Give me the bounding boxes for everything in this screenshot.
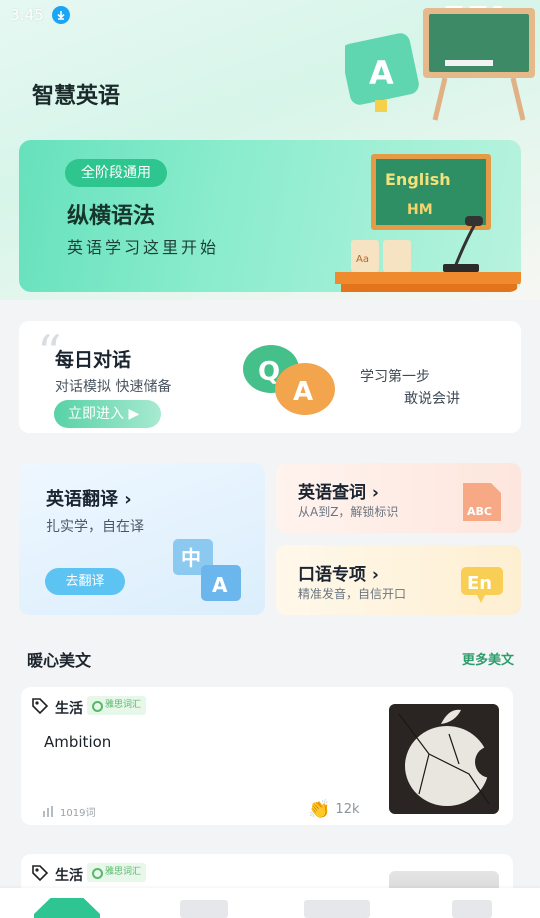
translate-title: 英语翻译 ›: [46, 489, 132, 510]
board-english-text: English: [385, 170, 451, 189]
daily-dialog-card[interactable]: “ 每日对话 对话模拟 快速储备 立即进入 ▶ Q A 学习第一步 敢说会讲: [19, 321, 521, 433]
enter-now-label: 立即进入: [68, 406, 124, 422]
article-likes: 👏 12k: [308, 799, 360, 820]
tag-icon: [32, 698, 49, 715]
qa-bubbles-icon: Q A: [243, 345, 335, 415]
svg-text:A: A: [212, 573, 228, 597]
article-title: Ambition: [44, 733, 112, 751]
translate-card[interactable]: 英语翻译 › 扎实学，自在译 去翻译 中 A: [19, 463, 265, 615]
word-lookup-subtitle: 从A到Z，解锁标识: [298, 505, 399, 519]
svg-text:En: En: [467, 573, 492, 594]
tab-icon-3[interactable]: [304, 900, 370, 918]
go-translate-button[interactable]: 去翻译: [45, 568, 125, 595]
daily-dialog-title: 每日对话: [55, 349, 132, 371]
article-thumbnail: [389, 704, 499, 814]
article-card[interactable]: 生活 雅思词汇 Ambition 1019词 👏 12k: [21, 687, 513, 825]
word-lookup-title: 英语查词 ›: [298, 483, 379, 503]
article-level-badge: 雅思词汇: [87, 863, 147, 882]
article-word-count: 1019词: [43, 804, 95, 819]
classroom-desk-illustration: English HM Aa: [335, 154, 521, 292]
svg-text:A: A: [293, 377, 313, 407]
en-bubble-icon: En: [461, 567, 503, 603]
svg-text:Aa: Aa: [356, 254, 369, 265]
banner-subtitle: 英语学习这里开始: [67, 238, 220, 257]
article-level-badge: 雅思词汇: [87, 696, 147, 715]
section-title: 暖心美文: [27, 651, 92, 670]
speaking-title: 口语专项 ›: [298, 565, 379, 585]
grammar-banner[interactable]: 全阶段通用 纵横语法 英语学习这里开始 English HM Aa: [19, 140, 521, 292]
speaking-card[interactable]: 口语专项 › 精准发音，自信开口 En: [276, 545, 521, 615]
status-time: 3:45: [10, 6, 44, 24]
more-articles-link[interactable]: 更多美文: [462, 649, 514, 668]
enter-now-button[interactable]: 立即进入 ▶: [54, 400, 161, 428]
tab-icon-4[interactable]: [452, 900, 492, 918]
translate-zh-a-icon: 中 A: [173, 539, 241, 601]
article-category: 生活: [55, 701, 83, 717]
play-triangle-icon: ▶: [128, 406, 140, 422]
tag-icon: [32, 865, 49, 882]
tab-icon-2[interactable]: [180, 900, 228, 918]
blackboard-illustration: A: [345, 8, 535, 121]
banner-tag: 全阶段通用: [65, 159, 167, 187]
daily-right-line2: 敢说会讲: [404, 391, 460, 407]
article-category: 生活: [55, 868, 83, 884]
tab-home[interactable]: [34, 898, 100, 918]
abc-document-icon: ABC: [463, 483, 501, 521]
svg-text:中: 中: [181, 546, 201, 570]
banner-title: 纵横语法: [67, 204, 156, 229]
word-lookup-card[interactable]: 英语查词 › 从A到Z，解锁标识 ABC: [276, 463, 521, 533]
bottom-tab-bar: [0, 888, 540, 918]
translate-subtitle: 扎实学，自在译: [46, 519, 144, 535]
clapping-hands-icon: 👏: [308, 799, 331, 820]
svg-text:A: A: [369, 54, 394, 92]
board-hm-text: HM: [407, 202, 433, 218]
download-icon: [51, 6, 70, 24]
daily-dialog-subtitle: 对话模拟 快速储备: [55, 379, 172, 395]
speaking-subtitle: 精准发音，自信开口: [298, 587, 407, 601]
app-title: 智慧英语: [32, 84, 121, 109]
svg-text:ABC: ABC: [467, 505, 492, 518]
bar-chart-icon: [43, 806, 53, 817]
daily-right-line1: 学习第一步: [360, 369, 430, 385]
